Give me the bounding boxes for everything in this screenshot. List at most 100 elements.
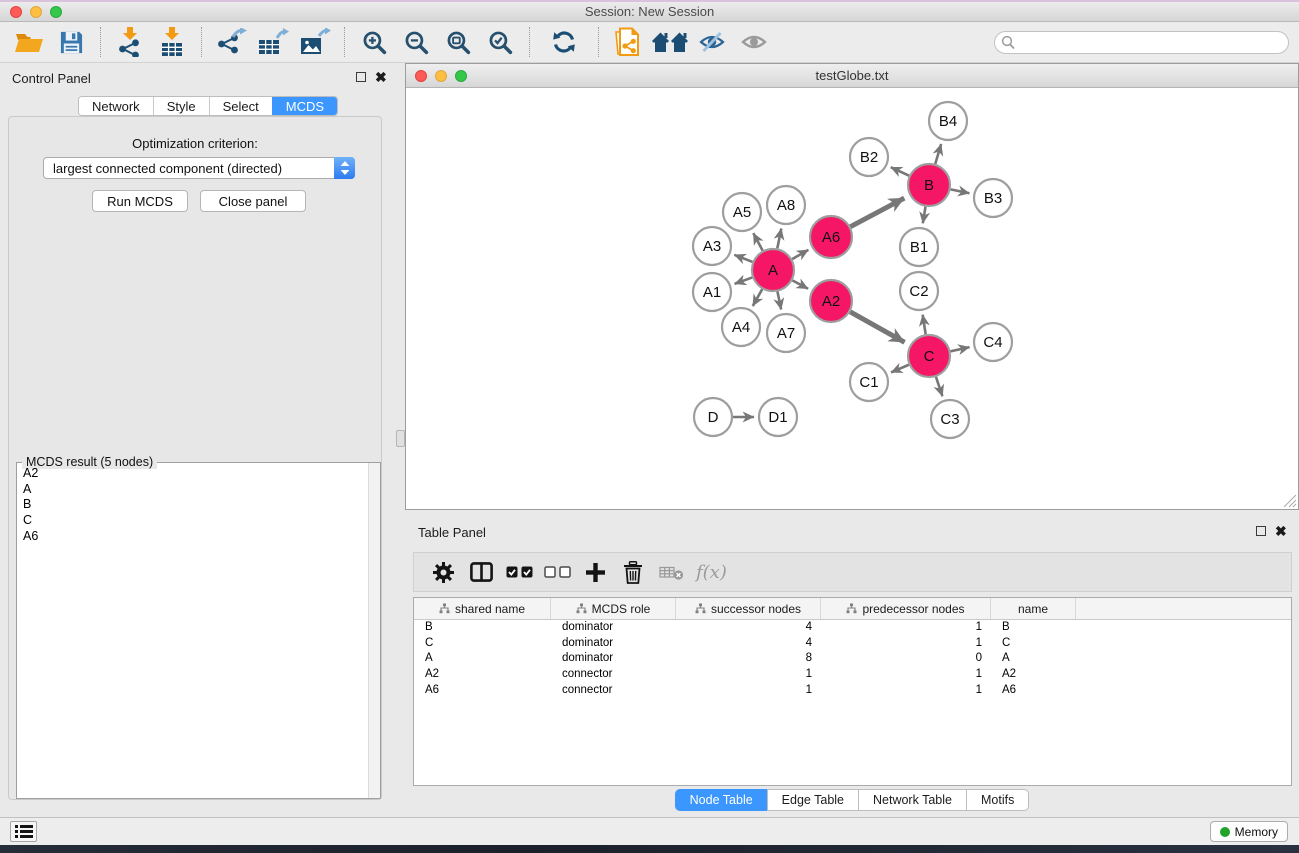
close-window-button[interactable]: [10, 6, 22, 18]
graph-node-B2[interactable]: B2: [850, 138, 888, 176]
mcds-result-item[interactable]: A6: [18, 529, 367, 545]
hide-panels-eye-icon[interactable]: [694, 25, 730, 59]
mcds-result-item[interactable]: A2: [18, 466, 367, 482]
float-panel-icon[interactable]: [356, 72, 366, 82]
zoom-selected-icon[interactable]: [482, 25, 518, 59]
table-tab-network-table[interactable]: Network Table: [858, 789, 967, 811]
close-table-panel-icon[interactable]: ✖: [1275, 526, 1287, 536]
graph-edge[interactable]: [891, 167, 909, 176]
column-header[interactable]: MCDS role: [551, 598, 676, 619]
graph-node-B3[interactable]: B3: [974, 179, 1012, 217]
graph-edge[interactable]: [777, 229, 781, 249]
tab-style[interactable]: Style: [153, 97, 209, 115]
window-resize-grip[interactable]: [1282, 493, 1297, 508]
memory-button[interactable]: Memory: [1210, 821, 1288, 842]
graph-node-B[interactable]: B: [908, 164, 950, 206]
mcds-result-item[interactable]: C: [18, 513, 367, 529]
add-column-icon[interactable]: [576, 557, 614, 587]
run-mcds-button[interactable]: Run MCDS: [92, 190, 188, 212]
deselect-all-icon[interactable]: [538, 557, 576, 587]
graph-edge[interactable]: [951, 189, 970, 193]
export-image-icon[interactable]: [297, 25, 333, 59]
minimize-window-button[interactable]: [30, 6, 42, 18]
graph-edge[interactable]: [935, 144, 941, 164]
function-builder-icon[interactable]: f(x): [696, 562, 727, 583]
table-row[interactable]: A6connector11A6: [414, 683, 1291, 699]
graph-node-B4[interactable]: B4: [929, 102, 967, 140]
import-network-icon[interactable]: [112, 25, 148, 59]
zoom-fit-icon[interactable]: [440, 25, 476, 59]
close-panel-icon[interactable]: ✖: [375, 72, 387, 82]
column-visibility-icon[interactable]: [462, 557, 500, 587]
graph-edge[interactable]: [950, 347, 969, 351]
open-file-icon[interactable]: [11, 25, 47, 59]
home-icon[interactable]: [652, 25, 688, 59]
maximize-window-button[interactable]: [50, 6, 62, 18]
table-row[interactable]: Bdominator41B: [414, 620, 1291, 636]
graph-edge[interactable]: [735, 277, 753, 283]
graph-edge[interactable]: [923, 207, 926, 224]
network-maximize-button[interactable]: [455, 70, 467, 82]
graph-edge[interactable]: [850, 312, 904, 343]
column-header[interactable]: name: [991, 598, 1076, 619]
graph-edge[interactable]: [792, 280, 808, 288]
task-history-button[interactable]: [10, 821, 37, 842]
mcds-result-item[interactable]: B: [18, 497, 367, 513]
tab-network[interactable]: Network: [79, 97, 153, 115]
delete-table-icon[interactable]: [652, 557, 690, 587]
zoom-in-icon[interactable]: [356, 25, 392, 59]
network-minimize-button[interactable]: [435, 70, 447, 82]
table-row[interactable]: A2connector11A2: [414, 667, 1291, 683]
table-options-gear-icon[interactable]: [424, 557, 462, 587]
session-from-network-icon[interactable]: [610, 25, 646, 59]
export-table-icon[interactable]: [255, 25, 291, 59]
graph-edge[interactable]: [777, 292, 781, 310]
mcds-result-item[interactable]: A: [18, 482, 367, 498]
graph-node-C3[interactable]: C3: [931, 400, 969, 438]
select-all-icon[interactable]: [500, 557, 538, 587]
tab-mcds[interactable]: MCDS: [272, 97, 337, 115]
graph-edge[interactable]: [850, 198, 904, 227]
graph-node-A1[interactable]: A1: [693, 273, 731, 311]
graph-node-C1[interactable]: C1: [850, 363, 888, 401]
graph-node-B1[interactable]: B1: [900, 228, 938, 266]
graph-node-A3[interactable]: A3: [693, 227, 731, 265]
column-header[interactable]: shared name: [414, 598, 551, 619]
refresh-layout-icon[interactable]: [546, 25, 582, 59]
network-close-button[interactable]: [415, 70, 427, 82]
criterion-select[interactable]: largest connected component (directed): [43, 157, 355, 179]
graph-node-D[interactable]: D: [694, 398, 732, 436]
table-tab-node-table[interactable]: Node Table: [675, 789, 768, 811]
graph-edge[interactable]: [753, 233, 762, 250]
import-table-icon[interactable]: [154, 25, 190, 59]
graph-node-C2[interactable]: C2: [900, 272, 938, 310]
result-scrollbar[interactable]: [368, 463, 380, 798]
delete-columns-trash-icon[interactable]: [614, 557, 652, 587]
close-panel-button[interactable]: Close panel: [200, 190, 306, 212]
zoom-out-icon[interactable]: [398, 25, 434, 59]
column-header[interactable]: successor nodes: [676, 598, 821, 619]
save-session-icon[interactable]: [53, 25, 89, 59]
graph-node-A6[interactable]: A6: [810, 216, 852, 258]
column-header[interactable]: predecessor nodes: [821, 598, 991, 619]
table-tab-motifs[interactable]: Motifs: [966, 789, 1029, 811]
graph-node-A[interactable]: A: [752, 249, 794, 291]
export-network-icon[interactable]: [213, 25, 249, 59]
table-row[interactable]: Cdominator41C: [414, 636, 1291, 652]
graph-edge[interactable]: [936, 377, 942, 396]
show-panels-eye-icon[interactable]: [736, 25, 772, 59]
graph-node-C[interactable]: C: [908, 335, 950, 377]
graph-edge[interactable]: [734, 255, 752, 262]
graph-edge[interactable]: [923, 315, 926, 335]
graph-edge[interactable]: [792, 250, 808, 259]
graph-node-A5[interactable]: A5: [723, 193, 761, 231]
table-tab-edge-table[interactable]: Edge Table: [767, 789, 859, 811]
graph-edge[interactable]: [891, 365, 909, 373]
graph-node-A8[interactable]: A8: [767, 186, 805, 224]
graph-node-A4[interactable]: A4: [722, 308, 760, 346]
network-canvas-svg[interactable]: B4B2BB3A8A5A6A3B1AA1C2A2A4A7C4CC1C3DD1: [407, 88, 1299, 509]
splitter-grip[interactable]: [396, 430, 405, 447]
table-row[interactable]: Adominator80A: [414, 651, 1291, 667]
search-input[interactable]: [994, 31, 1289, 54]
graph-node-C4[interactable]: C4: [974, 323, 1012, 361]
